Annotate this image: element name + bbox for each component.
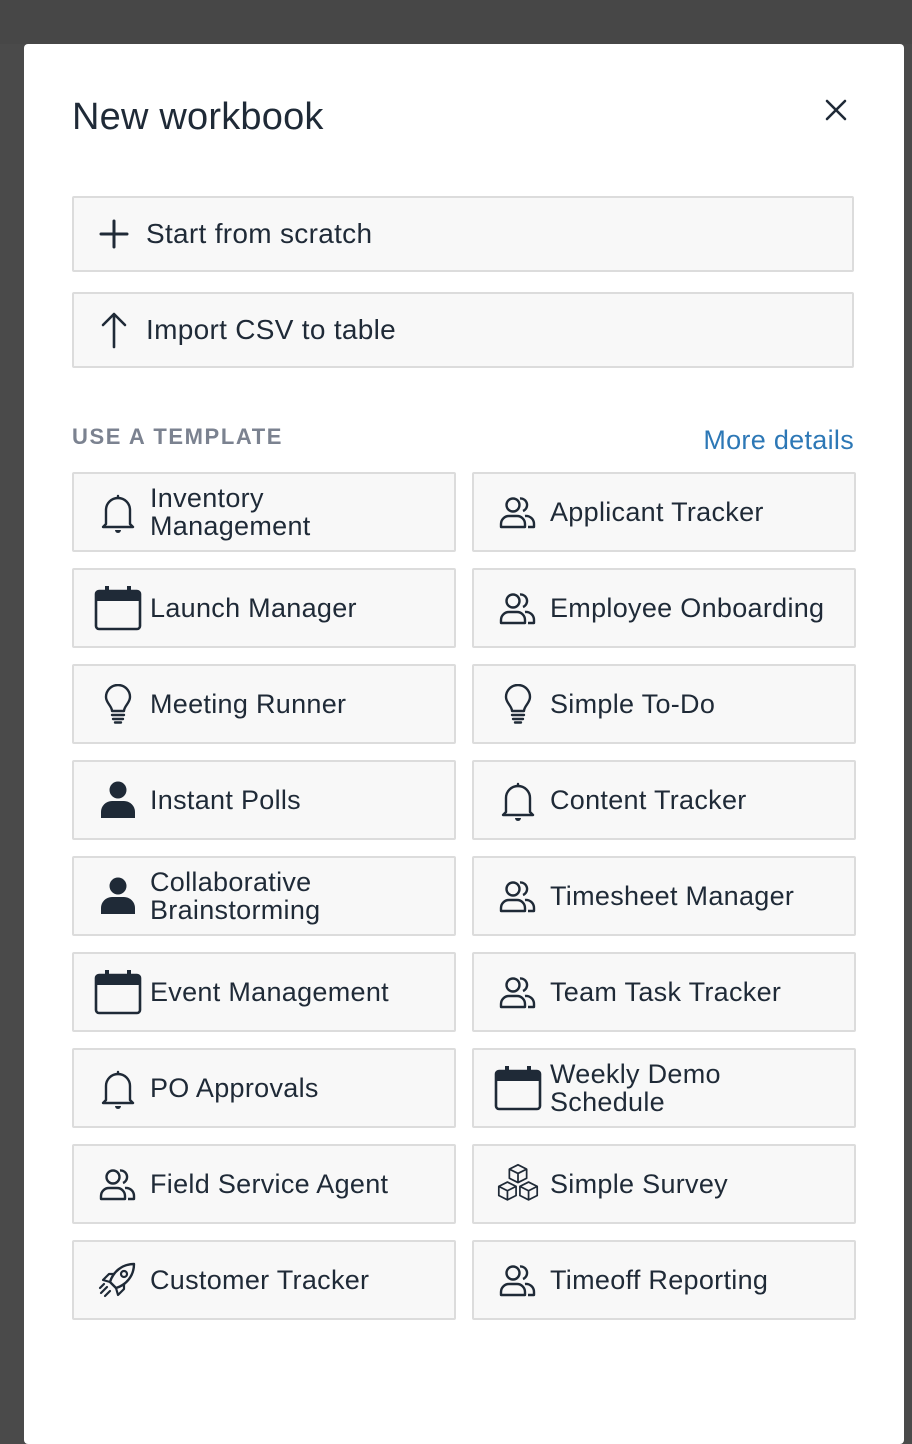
dialog-title: New workbook: [72, 96, 324, 138]
person-icon: [94, 876, 142, 916]
people-icon: [94, 1166, 142, 1202]
bell-icon: [94, 1066, 142, 1110]
template-tile[interactable]: Weekly Demo Schedule: [472, 1048, 856, 1128]
template-grid: Inventory Management Applicant Tracker Lau…: [72, 472, 856, 1320]
template-label: Simple Survey: [550, 1169, 728, 1199]
template-label: Employee Onboarding: [550, 593, 825, 623]
arrow-up-icon: [98, 311, 142, 349]
bell-icon: [494, 778, 542, 822]
new-workbook-dialog: New workbook Start from scratch Import C…: [24, 44, 904, 1444]
template-label: Event Management: [150, 977, 389, 1007]
import-csv-button[interactable]: Import CSV to table: [72, 292, 854, 368]
template-label: Customer Tracker: [150, 1265, 370, 1295]
template-tile[interactable]: Event Management: [72, 952, 456, 1032]
cubes-icon: [494, 1162, 542, 1206]
template-label: Inventory Management: [150, 483, 311, 541]
people-icon: [494, 974, 542, 1010]
action-label: Start from scratch: [146, 218, 373, 249]
start-from-scratch-button[interactable]: Start from scratch: [72, 196, 854, 272]
template-tile[interactable]: Simple Survey: [472, 1144, 856, 1224]
person-icon: [94, 780, 142, 820]
lightbulb-icon: [494, 684, 542, 724]
template-tile[interactable]: Team Task Tracker: [472, 952, 856, 1032]
section-heading: USE A TEMPLATE: [72, 424, 284, 449]
close-icon: [824, 98, 848, 122]
template-tile[interactable]: PO Approvals: [72, 1048, 456, 1128]
people-icon: [494, 494, 542, 530]
plus-icon: [98, 218, 142, 250]
close-button[interactable]: [816, 90, 856, 130]
template-tile[interactable]: Collaborative Brainstorming: [72, 856, 456, 936]
template-label: Applicant Tracker: [550, 497, 764, 527]
template-label: Launch Manager: [150, 593, 357, 623]
template-tile[interactable]: Customer Tracker: [72, 1240, 456, 1320]
template-tile[interactable]: Inventory Management: [72, 472, 456, 552]
template-tile[interactable]: Meeting Runner: [72, 664, 456, 744]
calendar-icon: [494, 1065, 542, 1111]
template-label: Field Service Agent: [150, 1169, 389, 1199]
people-icon: [494, 1262, 542, 1298]
template-tile[interactable]: Launch Manager: [72, 568, 456, 648]
template-tile[interactable]: Simple To-Do: [472, 664, 856, 744]
template-tile[interactable]: Instant Polls: [72, 760, 456, 840]
template-label: Timeoff Reporting: [550, 1265, 769, 1295]
more-details-link[interactable]: More details: [703, 425, 854, 456]
calendar-icon: [94, 585, 142, 631]
calendar-icon: [94, 969, 142, 1015]
template-tile[interactable]: Timeoff Reporting: [472, 1240, 856, 1320]
template-tile[interactable]: Employee Onboarding: [472, 568, 856, 648]
template-tile[interactable]: Content Tracker: [472, 760, 856, 840]
template-label: Weekly Demo Schedule: [550, 1059, 721, 1117]
lightbulb-icon: [94, 684, 142, 724]
template-tile[interactable]: Field Service Agent: [72, 1144, 456, 1224]
template-label: Simple To-Do: [550, 689, 716, 719]
template-tile[interactable]: Timesheet Manager: [472, 856, 856, 936]
template-label: Collaborative Brainstorming: [150, 867, 321, 925]
template-tile[interactable]: Applicant Tracker: [472, 472, 856, 552]
action-label: Import CSV to table: [146, 314, 397, 345]
template-label: Instant Polls: [150, 785, 301, 815]
template-label: Meeting Runner: [150, 689, 347, 719]
rocket-icon: [94, 1260, 142, 1300]
people-icon: [494, 878, 542, 914]
background-app-bar: [0, 0, 912, 44]
template-label: Content Tracker: [550, 785, 747, 815]
bell-icon: [94, 490, 142, 534]
people-icon: [494, 590, 542, 626]
template-label: Timesheet Manager: [550, 881, 795, 911]
template-label: Team Task Tracker: [550, 977, 782, 1007]
template-label: PO Approvals: [150, 1073, 319, 1103]
